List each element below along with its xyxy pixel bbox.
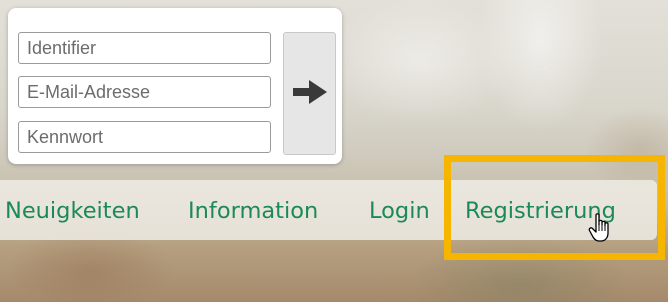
nav-item-login[interactable]: Login	[369, 197, 430, 225]
nav-item-neuigkeiten[interactable]: Neuigkeiten	[5, 197, 140, 225]
login-panel	[8, 8, 342, 164]
login-submit-button[interactable]	[283, 32, 336, 155]
email-input[interactable]	[18, 76, 271, 108]
hand-pointer-icon	[588, 213, 614, 248]
identifier-input[interactable]	[18, 32, 271, 64]
nav-item-information[interactable]: Information	[188, 197, 318, 225]
password-input[interactable]	[18, 121, 271, 153]
arrow-right-icon	[292, 80, 327, 107]
